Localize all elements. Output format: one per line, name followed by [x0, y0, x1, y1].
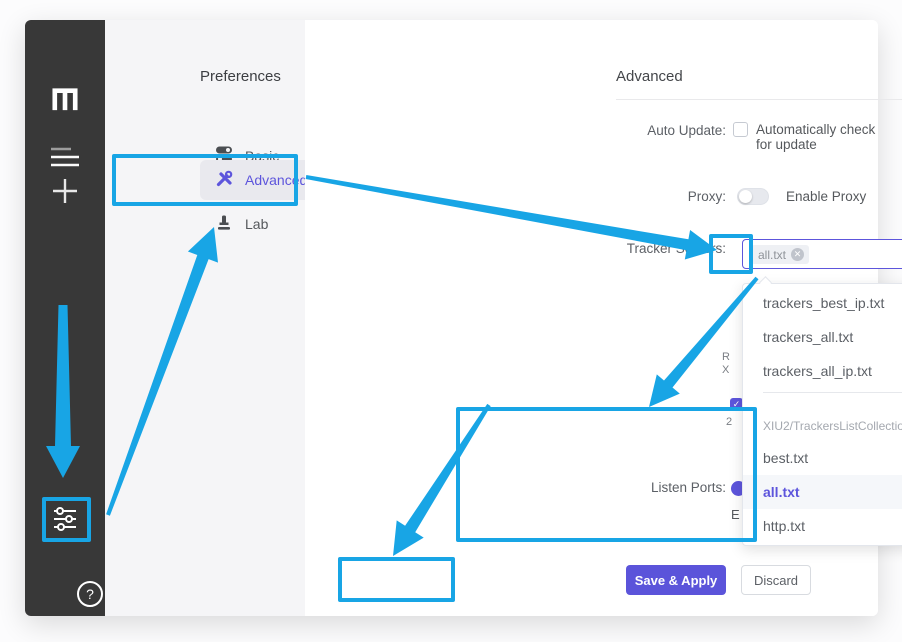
add-task-icon[interactable]	[25, 177, 105, 205]
clipped-text: 2	[726, 416, 732, 428]
option-label: all.txt	[763, 484, 800, 500]
toggle-knob	[739, 190, 752, 203]
tag-remove-icon[interactable]: ✕	[791, 248, 804, 261]
preferences-icon[interactable]	[25, 506, 105, 532]
app-sidebar: ?	[25, 20, 105, 616]
tracker-dropdown: trackers_best_ip.txt trackers_all.txt tr…	[742, 283, 902, 546]
dropdown-option[interactable]: best.txt	[743, 441, 902, 475]
tracker-servers-select[interactable]: all.txt ✕	[742, 239, 902, 269]
proxy-label: Proxy:	[570, 189, 726, 204]
advanced-pane: Advanced Auto Update: Automatically chec…	[305, 20, 878, 616]
auto-update-checkbox[interactable]	[733, 122, 748, 137]
motrix-logo-icon	[25, 86, 105, 112]
dropdown-option[interactable]: trackers_all_ip.txt	[743, 354, 902, 388]
app-window: ? Preferences Basic Advanced	[25, 20, 878, 616]
lab-stamp-icon	[215, 214, 233, 235]
tracker-servers-label: Tracker Servers:	[570, 241, 726, 256]
auto-update-checkbox-label: Automatically check for update	[756, 122, 878, 152]
task-list-icon[interactable]	[25, 146, 105, 168]
listen-ports-label: Listen Ports:	[570, 480, 726, 495]
dropdown-option[interactable]: trackers_best_ip.txt	[743, 286, 902, 320]
tag-label: all.txt	[758, 248, 786, 262]
dropdown-option-selected[interactable]: all.txt	[743, 475, 902, 509]
dropdown-divider	[763, 392, 902, 393]
sidebar-item-label: Advanced	[245, 172, 307, 188]
dropdown-option[interactable]: http.txt	[743, 509, 902, 543]
help-icon[interactable]: ?	[77, 581, 103, 607]
clipped-text: X	[722, 364, 729, 376]
proxy-toggle[interactable]	[737, 188, 769, 205]
preferences-panel: Preferences Basic Advanced	[105, 20, 305, 616]
selected-tracker-tag: all.txt ✕	[751, 245, 809, 264]
sidebar-item-label: Lab	[245, 216, 268, 232]
clipped-text: R	[722, 351, 730, 363]
advanced-tools-icon	[215, 170, 233, 191]
title-divider	[616, 99, 902, 100]
clipped-text: E	[731, 507, 740, 522]
save-apply-button[interactable]: Save & Apply	[626, 565, 726, 595]
discard-button[interactable]: Discard	[741, 565, 811, 595]
dropdown-group-label: XIU2/TrackersListCollection	[743, 414, 902, 438]
page-title: Advanced	[616, 68, 683, 85]
dropdown-option[interactable]: trackers_all.txt	[743, 320, 902, 354]
preferences-title: Preferences	[200, 68, 281, 85]
proxy-toggle-label: Enable Proxy	[786, 189, 866, 204]
auto-update-label: Auto Update:	[570, 123, 726, 138]
